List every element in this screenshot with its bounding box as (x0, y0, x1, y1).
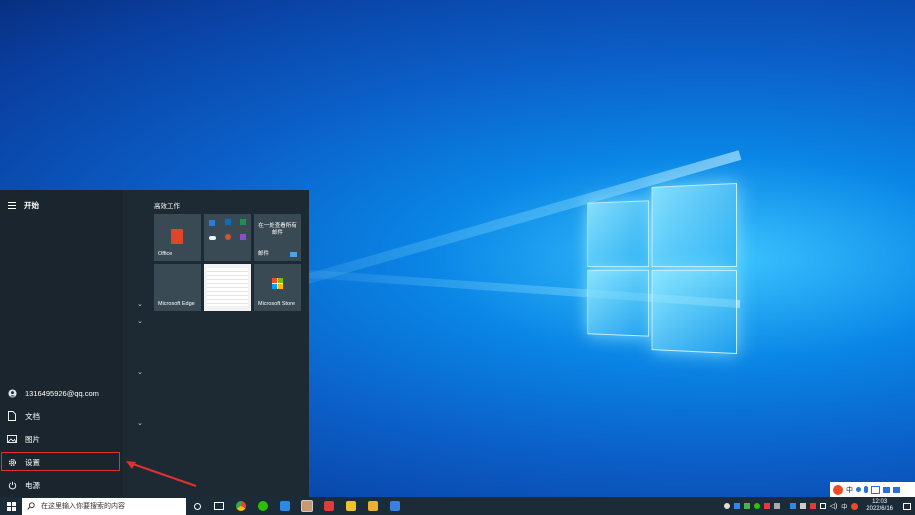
ime-indicator[interactable]: 中 (841, 502, 847, 511)
chevron-down-icon[interactable]: ⌄ (137, 419, 143, 427)
app-blue-icon[interactable] (274, 497, 296, 515)
app-photo-icon[interactable] (296, 497, 318, 515)
picture-icon (7, 434, 17, 444)
tile-document-preview[interactable] (204, 264, 251, 311)
sogou-mic-icon[interactable] (864, 486, 868, 493)
windows-icon (7, 502, 16, 511)
powerpoint-icon (225, 234, 231, 240)
outlook-icon (225, 219, 231, 225)
tile-edge[interactable]: Microsoft Edge (154, 264, 201, 311)
mail-tile-text: 在一处查看所有邮件 (257, 223, 298, 237)
search-placeholder: 在这里输入你要搜索的内容 (41, 501, 125, 511)
system-tray: ◁) 中 12:03 2022/6/16 (724, 497, 915, 515)
store-icon (272, 278, 283, 289)
tray-app-icon[interactable] (774, 503, 780, 509)
sidebar-item-documents[interactable]: 文档 (0, 406, 123, 426)
tray-app-icon[interactable] (744, 503, 750, 509)
app-yellow-icon[interactable] (362, 497, 384, 515)
sidebar-item-power[interactable]: 电源 (0, 475, 123, 495)
sogou-ime-bar[interactable]: 中 (830, 482, 915, 497)
tile-mail[interactable]: 在一处查看所有邮件 邮件 (254, 214, 301, 261)
tile-office-apps[interactable] (204, 214, 251, 261)
sogou-tray-icon[interactable] (851, 503, 858, 510)
taskbar: 在这里输入你要搜索的内容 ◁) 中 12:03 2022/6/16 (0, 497, 915, 515)
search-box[interactable]: 在这里输入你要搜索的内容 (22, 498, 186, 515)
tray-app-icon[interactable] (724, 503, 730, 509)
onenote-icon (240, 234, 246, 240)
tile-group-title: 高效工作 (154, 200, 180, 210)
office-icon (171, 229, 183, 244)
tray-app-icon[interactable] (790, 503, 796, 509)
chrome-icon[interactable] (230, 497, 252, 515)
start-title[interactable]: 开始 (8, 200, 39, 211)
start-menu-sidebar (0, 190, 123, 497)
windows-logo (587, 183, 736, 353)
sogou-keyboard-icon[interactable] (871, 486, 880, 494)
mail-icon (290, 252, 297, 257)
onedrive-icon (209, 236, 216, 240)
tile-store[interactable]: Microsoft Store (254, 264, 301, 311)
chevron-down-icon[interactable]: ⌄ (137, 368, 143, 376)
tray-app-icon[interactable] (734, 503, 740, 509)
sidebar-item-label: 电源 (25, 480, 40, 491)
task-view-icon[interactable] (208, 497, 230, 515)
notification-icon[interactable] (903, 503, 911, 510)
sogou-mode-label[interactable]: 中 (846, 485, 853, 495)
document-icon (7, 411, 17, 421)
power-icon (7, 480, 17, 490)
chevron-down-icon[interactable]: ⌄ (137, 317, 143, 325)
wechat-icon[interactable] (252, 497, 274, 515)
search-icon (27, 502, 35, 510)
user-avatar-icon (7, 388, 17, 398)
tile-label: Microsoft Store (258, 301, 295, 307)
clock-date: 2022/6/16 (866, 506, 893, 513)
tile-label: Microsoft Edge (158, 301, 195, 307)
preview-image (207, 268, 248, 306)
account-label: 1316495926@qq.com (25, 389, 99, 398)
tile-office[interactable]: Office (154, 214, 201, 261)
sogou-toolbox-icon[interactable] (893, 487, 900, 493)
clock[interactable]: 12:03 2022/6/16 (866, 499, 893, 513)
tray-app-icon[interactable] (800, 503, 806, 509)
clock-time: 12:03 (872, 499, 887, 506)
tray-wechat-icon[interactable] (754, 503, 760, 509)
wps-icon[interactable] (318, 497, 340, 515)
sidebar-item-account[interactable]: 1316495926@qq.com (0, 383, 123, 403)
cortana-icon[interactable] (186, 497, 208, 515)
excel-icon (240, 219, 246, 225)
annotation-arrow (124, 460, 199, 490)
volume-icon[interactable]: ◁) (830, 502, 838, 510)
hamburger-icon[interactable] (8, 202, 16, 209)
sogou-skin-icon[interactable] (883, 487, 890, 493)
chevron-down-icon[interactable]: ⌄ (137, 300, 143, 308)
sogou-logo-icon (833, 485, 843, 495)
tile-label: 邮件 (258, 249, 269, 257)
sidebar-item-pictures[interactable]: 图片 (0, 429, 123, 449)
file-explorer-icon[interactable] (340, 497, 362, 515)
sidebar-item-label: 文档 (25, 411, 40, 422)
network-icon[interactable] (820, 503, 826, 509)
tile-label: Office (158, 251, 172, 257)
tray-app-icon[interactable] (810, 503, 816, 509)
start-title-label: 开始 (24, 200, 39, 211)
settings-highlight-box (1, 452, 120, 471)
sogou-punctuation-icon[interactable] (856, 487, 861, 492)
start-menu: 开始 1316495926@qq.com 文档 图片 设置 电源 高效工作 Of… (0, 190, 309, 497)
word-icon (209, 220, 215, 226)
start-button[interactable] (0, 497, 22, 515)
app-screenshot-icon[interactable] (384, 497, 406, 515)
sidebar-item-label: 图片 (25, 434, 40, 445)
tray-app-icon[interactable] (764, 503, 770, 509)
